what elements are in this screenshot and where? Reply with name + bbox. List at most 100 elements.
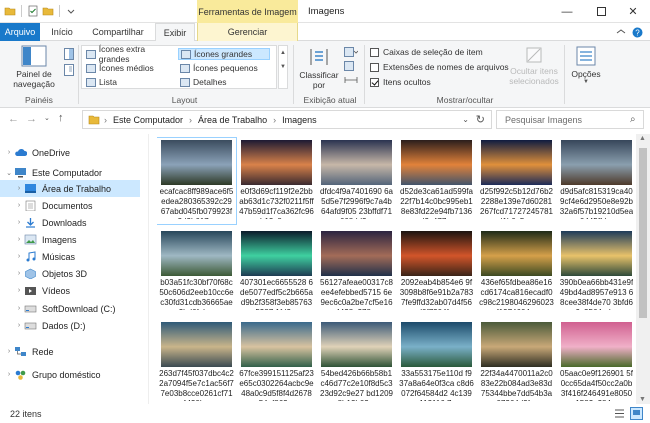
close-button[interactable]: ✕ <box>616 0 650 23</box>
checkbox[interactable] <box>370 62 379 72</box>
file-item[interactable]: b03a51fc30bf70f68c50c606d2eeb10cc6ec30fd… <box>157 229 236 315</box>
sort-by-button[interactable]: Classificar por <box>297 45 341 91</box>
scrollbar-thumb[interactable] <box>639 148 647 318</box>
file-item[interactable]: 67fce399151125af23e65c0302264acbc9e48a0c… <box>237 320 316 404</box>
refresh-icon[interactable]: ↻ <box>476 113 485 126</box>
file-item[interactable]: 54bed426b66b58b1c46d77c2e10f8d5c323d92c9… <box>317 320 396 404</box>
layout-extra-large-icons[interactable]: Ícones extra grandes <box>84 44 176 64</box>
expand-arrow-icon[interactable]: › <box>4 149 14 156</box>
nav-item[interactable]: › Rede <box>0 343 140 360</box>
file-item[interactable]: dfdc4f9a7401690 6a5d5e7f2996f9c7a4b64afd… <box>317 138 396 224</box>
recent-locations-icon[interactable]: ⌄ <box>44 114 50 122</box>
address-dropdown-icon[interactable]: ⌄ <box>462 115 469 124</box>
collapse-ribbon-icon[interactable] <box>616 28 626 36</box>
file-item[interactable]: d25f992c5b12d76b22288e139e7d60281267fcd7… <box>477 138 556 224</box>
file-item[interactable]: 05aac0e9f126901 5f0cc65da4f50cc2a0b3f416… <box>557 320 633 404</box>
address-bar[interactable]: › Este Computador › Área de Trabalho › I… <box>82 110 492 129</box>
tab-share[interactable]: Compartilhar <box>82 23 154 41</box>
nav-item[interactable]: › Objetos 3D <box>0 265 140 282</box>
expand-arrow-icon[interactable]: › <box>14 219 24 226</box>
nav-item[interactable]: › SoftDownload (C:) <box>0 300 140 317</box>
tab-view[interactable]: Exibir <box>155 23 195 42</box>
layout-details[interactable]: Detalhes <box>178 76 270 88</box>
file-item[interactable]: 2092eab4b854e6 9f3098b8f6e91b2a7837fe9ff… <box>397 229 476 315</box>
folder-icon[interactable] <box>4 5 16 17</box>
forward-arrow-icon[interactable]: → <box>26 113 37 125</box>
file-item[interactable]: d9d5afc815319ca409cf4e6d2950e8e92b32a6f5… <box>557 138 633 224</box>
group-by-icon[interactable] <box>344 47 358 57</box>
expand-arrow-icon[interactable]: › <box>14 236 24 243</box>
item-checkboxes-toggle[interactable]: Caixas de seleção de item <box>370 47 483 57</box>
file-item[interactable]: d52de3ca61ad599fa22f7b14c0bc995eb18e83fd… <box>397 138 476 224</box>
layout-gallery-scroll[interactable]: ▲ ▼ <box>278 45 288 89</box>
customize-toolbar-icon[interactable] <box>65 5 77 17</box>
breadcrumb-images[interactable]: Imagens <box>282 115 317 125</box>
file-item[interactable]: 22f34a4470011a2c083e22b084ad3e83d75344bb… <box>477 320 556 404</box>
large-icons-view-icon[interactable] <box>630 407 643 420</box>
breadcrumb-desktop[interactable]: Área de Trabalho <box>198 115 267 125</box>
scroll-up-icon[interactable]: ▲ <box>639 135 646 142</box>
tab-manage[interactable]: Gerenciar <box>197 23 298 41</box>
file-item[interactable]: e0f3d69cf119f2e2bbab63d1c732f0211f5ff47b… <box>237 138 316 224</box>
search-input[interactable]: Pesquisar Imagens <box>496 110 644 129</box>
layout-list[interactable]: Lista <box>84 76 176 88</box>
file-item[interactable]: 407301ec6655528 6de5077edf5c2b665ad9b2f3… <box>237 229 316 315</box>
up-arrow-icon[interactable]: ↑ <box>58 112 64 124</box>
file-extensions-toggle[interactable]: Extensões de nomes de arquivos <box>370 62 509 72</box>
details-pane-icon[interactable] <box>64 64 74 76</box>
expand-arrow-icon[interactable]: › <box>4 371 14 378</box>
nav-item[interactable]: › Grupo doméstico <box>0 366 140 383</box>
layout-large-icons[interactable]: Ícones grandes <box>178 48 270 60</box>
expand-arrow-icon[interactable]: › <box>14 287 24 294</box>
checkbox-checked[interactable] <box>370 77 379 87</box>
maximize-button[interactable] <box>584 0 618 23</box>
breadcrumb-this-pc[interactable]: Este Computador <box>113 115 183 125</box>
navigation-pane: › OneDrive ⌄ Este Computador › Área de Trabal… <box>0 134 148 404</box>
size-columns-icon[interactable] <box>344 75 358 85</box>
file-item[interactable]: 56127afeae00317c8ee4efebbed5715 6e9ec6c0… <box>317 229 396 315</box>
nav-item[interactable]: › Imagens <box>0 231 140 248</box>
nav-item[interactable]: ⌄ Este Computador <box>0 164 140 181</box>
details-view-icon[interactable] <box>614 408 625 419</box>
nav-item[interactable]: › Documentos <box>0 197 140 214</box>
vertical-scrollbar[interactable]: ▲ ▼ <box>636 134 650 404</box>
file-item[interactable]: 436ef65fdbea86e16cd6174ca816ecadf0c98c21… <box>477 229 556 315</box>
new-folder-icon[interactable] <box>42 5 54 17</box>
nav-item[interactable]: › Dados (D:) <box>0 317 140 334</box>
properties-icon[interactable] <box>27 5 39 17</box>
scroll-down-icon[interactable]: ▼ <box>639 396 646 403</box>
nav-item[interactable]: › Downloads <box>0 214 140 231</box>
expand-arrow-icon[interactable]: › <box>14 322 24 329</box>
hide-selected-items-button[interactable]: Ocultar itens selecionados <box>506 45 562 93</box>
tab-home[interactable]: Início <box>44 23 80 41</box>
expand-arrow-icon[interactable]: › <box>4 348 14 355</box>
minimize-button[interactable]: — <box>550 0 584 23</box>
preview-pane-icon[interactable] <box>64 48 74 60</box>
file-item[interactable]: 33a553175e110d f937a8a64e0f3ca c8d6072f6… <box>397 320 476 404</box>
nav-item[interactable]: › OneDrive <box>0 144 140 161</box>
hidden-items-toggle[interactable]: Itens ocultos <box>370 77 431 87</box>
back-arrow-icon[interactable]: ← <box>8 113 19 125</box>
nav-item[interactable]: › Área de Trabalho <box>0 180 140 197</box>
navigation-pane-button[interactable]: Painel de navegação <box>8 45 60 91</box>
file-item[interactable]: ecafcac8ff989ace6f5edea280365392c2967abd… <box>157 137 237 225</box>
layout-medium-icons[interactable]: Ícones médios <box>84 62 176 74</box>
expand-arrow-icon[interactable]: › <box>14 185 24 192</box>
add-columns-icon[interactable] <box>344 61 358 71</box>
expand-arrow-icon[interactable]: › <box>14 270 24 277</box>
layout-small-icons[interactable]: Ícones pequenos <box>178 62 270 74</box>
options-button[interactable]: Opções ▼ <box>568 45 604 91</box>
nav-item-label: Downloads <box>42 217 87 228</box>
checkbox[interactable] <box>370 47 379 57</box>
nav-item[interactable]: › Vídeos <box>0 282 140 299</box>
expand-arrow-icon[interactable]: › <box>14 253 24 260</box>
nav-item[interactable]: › Músicas <box>0 248 140 265</box>
expand-arrow-icon[interactable]: › <box>14 305 24 312</box>
file-item[interactable]: 390b0ea66bb431e9f49bd4ad8957e913 68cee38… <box>557 229 633 315</box>
tab-file[interactable]: Arquivo <box>0 23 40 41</box>
expand-arrow-icon[interactable]: › <box>14 202 24 209</box>
help-icon[interactable]: ? <box>632 27 643 38</box>
expand-arrow-icon[interactable]: ⌄ <box>4 169 14 177</box>
file-item[interactable]: 263d7f45f037dbc4c22a7094f5e7c1ac56f77e03… <box>157 320 236 404</box>
pane-divider[interactable] <box>148 134 149 404</box>
